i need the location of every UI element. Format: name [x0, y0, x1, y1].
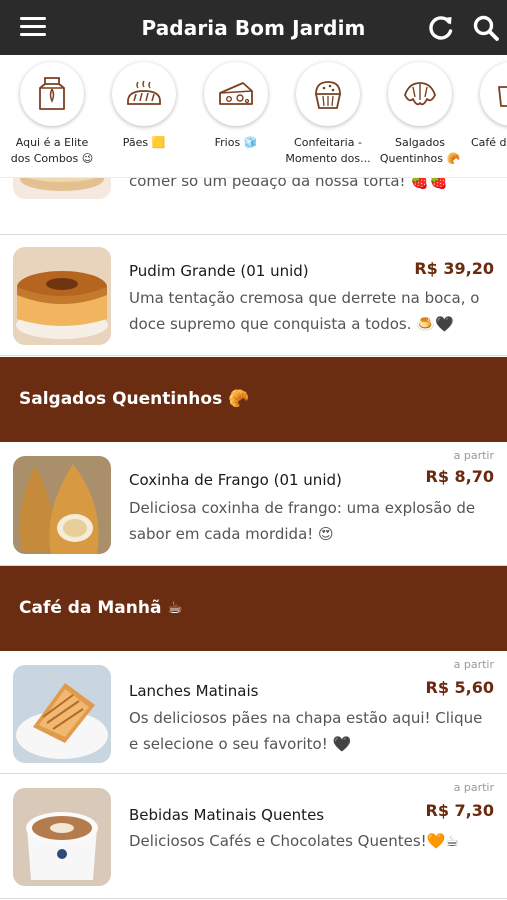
product-card[interactable]: Olha esses morangos vermelhinhos! Difíci… — [0, 178, 507, 235]
product-card[interactable]: a partir Lanches Matinais R$ 5,60 Os del… — [0, 652, 507, 774]
product-description: Deliciosos Cafés e Chocolates Quentes!🧡☕ — [129, 832, 459, 850]
section-header-cafe: Café da Manhã ☕ — [0, 566, 507, 651]
category-label: Café da M... — [471, 136, 507, 149]
category-combos[interactable]: Aqui é a Elite dos Combos 😉 — [5, 55, 99, 177]
price-prefix: a partir — [453, 781, 494, 794]
price-prefix: a partir — [453, 658, 494, 671]
product-price: R$ 8,70 — [425, 467, 495, 486]
product-description: Olha esses morangos vermelhinhos! Difíci… — [129, 178, 448, 190]
product-name: Pudim Grande (01 unid) — [129, 262, 309, 280]
category-label: Pães 🟨 — [122, 136, 166, 149]
refresh-icon[interactable] — [427, 14, 455, 42]
search-icon[interactable] — [472, 14, 500, 42]
product-image — [13, 456, 111, 554]
section-header-salgados: Salgados Quentinhos 🥐 — [0, 357, 507, 442]
category-label: Salgados Quentinhos 🥐 — [379, 136, 461, 165]
category-salgados[interactable]: Salgados Quentinhos 🥐 — [373, 55, 467, 177]
product-description: Uma tentação cremosa que derrete na boca… — [129, 289, 480, 333]
shopping-bag-icon — [20, 62, 84, 126]
croissant-icon — [388, 62, 452, 126]
cupcake-icon — [296, 62, 360, 126]
product-card[interactable]: a partir Bebidas Matinais Quentes R$ 7,3… — [0, 775, 507, 899]
product-price: R$ 39,20 — [414, 259, 494, 278]
product-image — [13, 178, 111, 199]
product-name: Bebidas Matinais Quentes — [129, 806, 325, 824]
product-list[interactable]: Olha esses morangos vermelhinhos! Difíci… — [0, 178, 507, 900]
category-confeitaria[interactable]: Confeitaria - Momento dos... — [281, 55, 375, 177]
bread-icon — [112, 62, 176, 126]
product-description: Deliciosa coxinha de frango: uma explosã… — [129, 499, 476, 543]
product-image — [13, 247, 111, 345]
category-cafe[interactable]: Café da M... — [465, 55, 507, 177]
category-label: Confeitaria - Momento dos... — [285, 136, 371, 165]
product-card[interactable]: Pudim Grande (01 unid) R$ 39,20 Uma tent… — [0, 235, 507, 356]
product-image — [13, 788, 111, 886]
product-price: R$ 7,30 — [425, 801, 495, 820]
product-name: Lanches Matinais — [129, 682, 259, 700]
product-price: R$ 5,60 — [425, 678, 495, 697]
category-label: Aqui é a Elite dos Combos 😉 — [10, 136, 94, 165]
cheese-icon — [204, 62, 268, 126]
section-title: Café da Manhã ☕ — [19, 598, 183, 618]
category-label: Frios 🧊 — [214, 136, 258, 149]
category-paes[interactable]: Pães 🟨 — [97, 55, 191, 177]
product-description: Os deliciosos pães na chapa estão aqui! … — [129, 709, 483, 753]
section-title: Salgados Quentinhos 🥐 — [19, 389, 250, 409]
product-card[interactable]: a partir Coxinha de Frango (01 unid) R$ … — [0, 443, 507, 566]
product-image — [13, 665, 111, 763]
product-name: Coxinha de Frango (01 unid) — [129, 471, 342, 489]
category-frios[interactable]: Frios 🧊 — [189, 55, 283, 177]
top-app-bar: Padaria Bom Jardim — [0, 0, 507, 55]
price-prefix: a partir — [453, 449, 494, 462]
category-carousel[interactable]: Aqui é a Elite dos Combos 😉 Pães 🟨 Frios… — [0, 55, 507, 178]
coffee-cup-icon — [480, 62, 507, 126]
